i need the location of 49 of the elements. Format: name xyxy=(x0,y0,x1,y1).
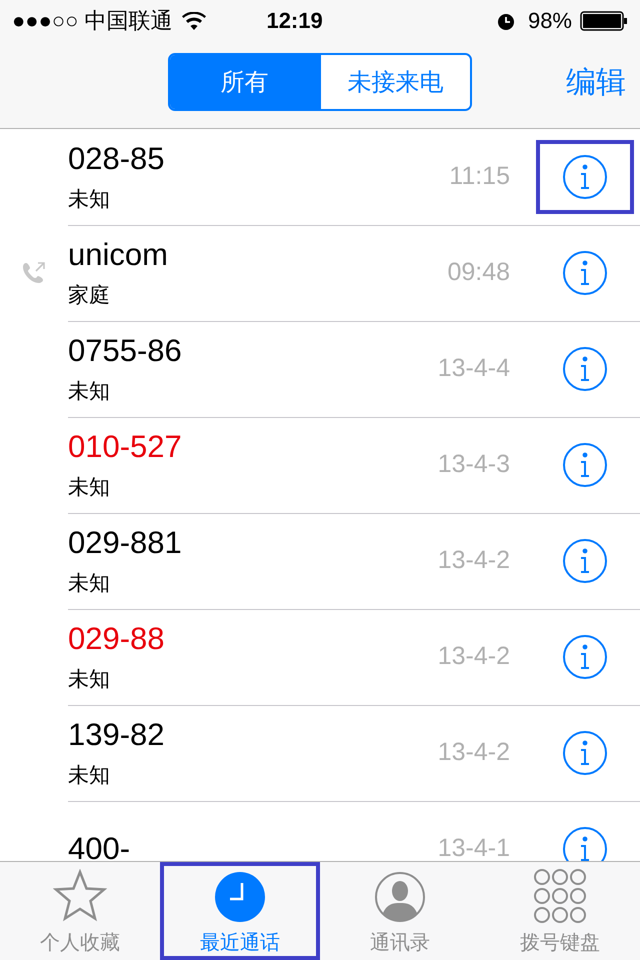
segment-tab[interactable]: 所有 xyxy=(170,55,319,109)
info-button[interactable] xyxy=(562,346,608,392)
info-button[interactable] xyxy=(562,634,608,680)
contact-icon xyxy=(374,871,426,923)
edit-button[interactable]: 编辑 xyxy=(566,62,626,102)
number-type: 未知 xyxy=(68,186,111,212)
caller-number: 028-85 xyxy=(68,140,166,176)
number-type: 未知 xyxy=(68,666,111,692)
tab-bar-item[interactable]: 最近通话 xyxy=(160,862,320,960)
call-time: 13-4-2 xyxy=(438,546,510,575)
caller-number: 139-82 xyxy=(68,716,166,752)
star-icon xyxy=(53,869,107,923)
number-type: 家庭 xyxy=(68,282,111,308)
signal-strength: ●●●○○ xyxy=(12,8,78,34)
number-type: 未知 xyxy=(68,570,111,596)
caller-number: 029-88 xyxy=(68,620,166,656)
battery-percent: 98% xyxy=(528,8,572,34)
call-time: 13-4-2 xyxy=(438,642,510,671)
status-time: 12:19 xyxy=(266,8,323,34)
number-type: 未知 xyxy=(68,378,111,404)
info-button[interactable] xyxy=(562,154,608,200)
battery-icon xyxy=(580,11,628,31)
call-time: 13-4-1 xyxy=(438,834,510,861)
segment-tab[interactable]: 未接来电 xyxy=(319,55,470,109)
alarm-icon xyxy=(496,11,516,31)
info-button[interactable] xyxy=(562,250,608,296)
carrier-name: 中国联通 xyxy=(84,7,172,35)
caller-number: 029-881 xyxy=(68,524,183,560)
info-button[interactable] xyxy=(562,826,608,861)
call-time: 13-4-2 xyxy=(438,738,510,767)
wifi-icon xyxy=(182,12,206,30)
info-button[interactable] xyxy=(562,442,608,488)
call-time: 11:15 xyxy=(449,162,510,191)
caller-number: 400- xyxy=(68,830,132,861)
info-button[interactable] xyxy=(562,730,608,776)
clock-icon xyxy=(214,871,266,923)
caller-number: unicom xyxy=(68,236,169,272)
caller-number: 0755-86 xyxy=(68,332,183,368)
number-type: 未知 xyxy=(68,474,111,500)
number-type: 未知 xyxy=(68,762,111,788)
tab-bar-item[interactable]: 通讯录 xyxy=(320,862,480,960)
keypad-icon xyxy=(534,869,586,923)
tab-bar-item[interactable]: 个人收藏 xyxy=(0,862,160,960)
info-button[interactable] xyxy=(562,538,608,584)
call-time: 09:48 xyxy=(447,258,510,287)
call-time: 13-4-3 xyxy=(438,450,510,479)
tab-bar-item[interactable]: 拨号键盘 xyxy=(480,862,640,960)
call-time: 13-4-4 xyxy=(438,354,510,383)
caller-number: 010-527 xyxy=(68,428,183,464)
